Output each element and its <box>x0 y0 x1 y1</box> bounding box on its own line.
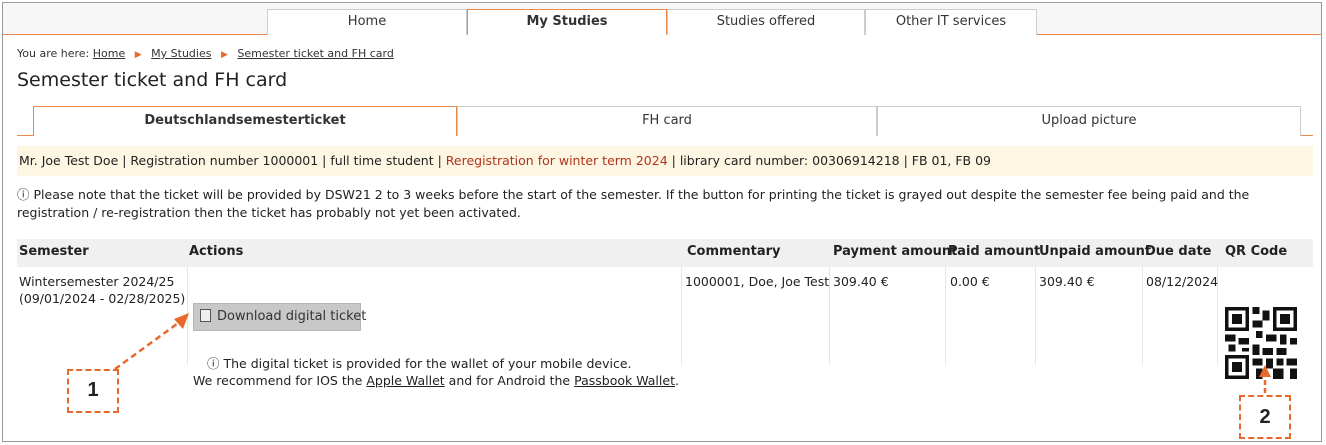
callout-arrows <box>114 313 1271 393</box>
page-frame: Home My Studies Studies offered Other IT… <box>2 2 1322 442</box>
callout-1: 1 <box>67 369 119 413</box>
callout-2: 2 <box>1239 395 1291 439</box>
